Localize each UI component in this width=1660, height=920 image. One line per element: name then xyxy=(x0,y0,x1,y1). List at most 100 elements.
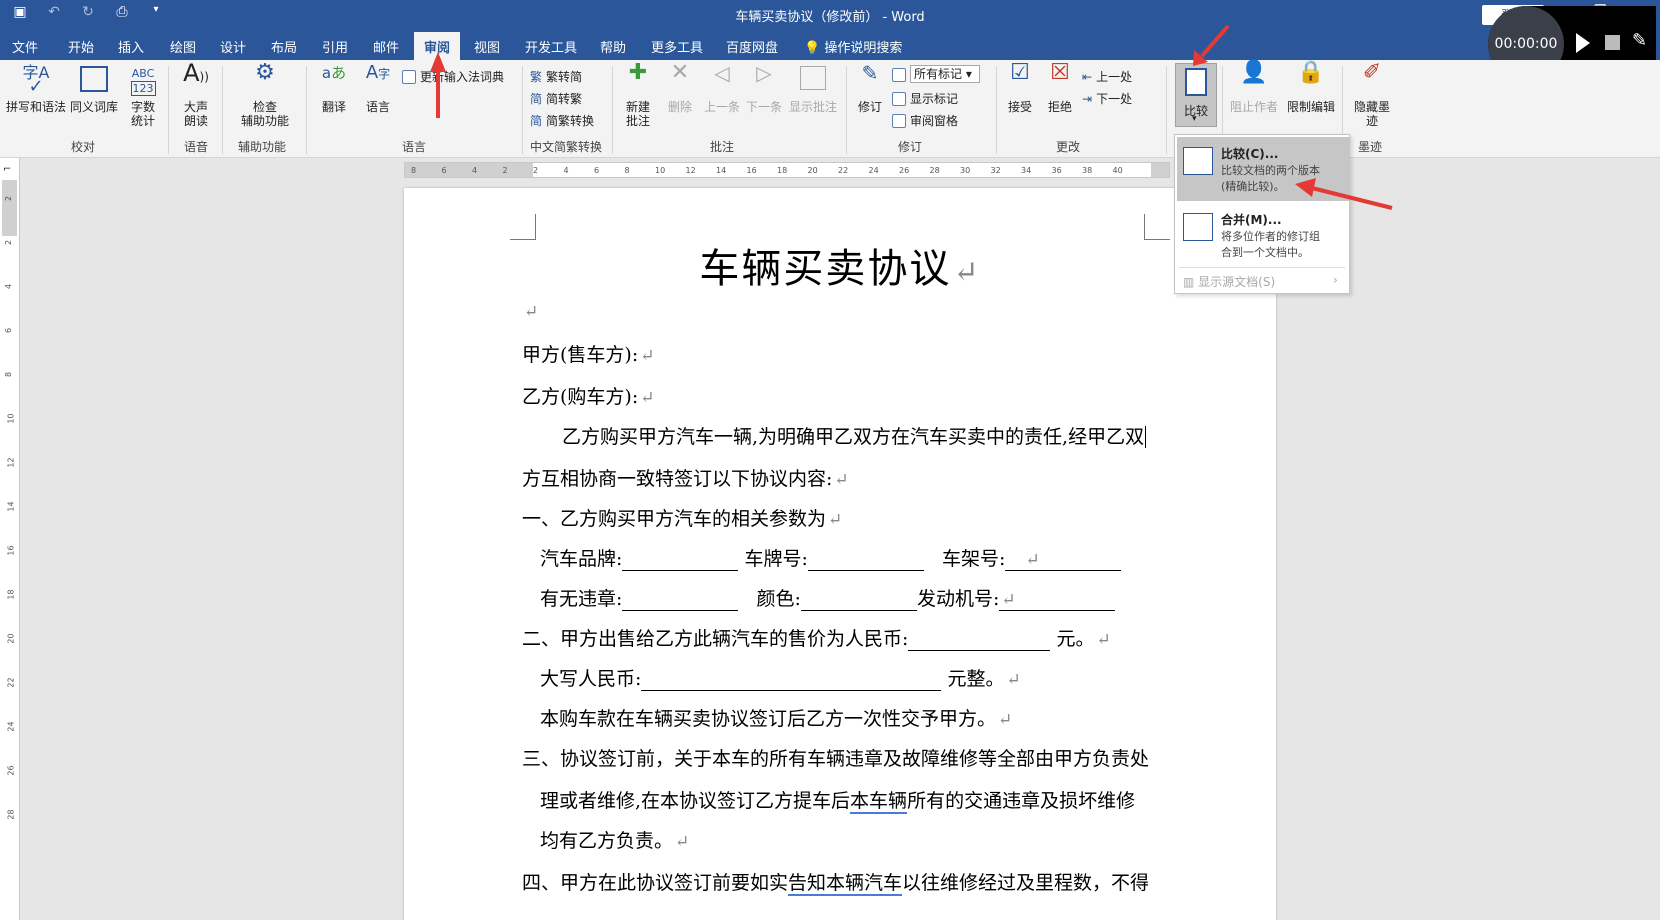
tab-more-tools[interactable]: 更多工具 xyxy=(651,37,703,56)
document-page[interactable]: 车辆买卖协议↵ ↵ 甲方(售车方): ↵ 乙方(购车方): ↵ 乙方购买甲方汽车一辆… xyxy=(404,188,1276,920)
markup-dropdown[interactable]: 所有标记 ▾ xyxy=(910,65,980,83)
read-aloud-button[interactable]: A)) 大声 朗读 xyxy=(178,61,214,128)
text-cursor xyxy=(1145,426,1147,448)
tab-home[interactable]: 开始 xyxy=(68,37,94,56)
previous-change-button[interactable]: ⇤ 上一处 xyxy=(1082,68,1132,85)
check-accessibility-button[interactable]: ⚙ 检查 辅助功能 xyxy=(232,62,298,129)
tab-layout[interactable]: 布局 xyxy=(271,37,297,56)
doc-paragraph[interactable]: 方互相协商一致特签订以下协议内容: ↵ xyxy=(522,464,849,491)
tab-baidu-netdisk[interactable]: 百度网盘 xyxy=(726,37,778,56)
tab-draw[interactable]: 绘图 xyxy=(170,37,196,56)
doc-paragraph[interactable]: 乙方(购车方): ↵ xyxy=(522,382,654,409)
doc-paragraph[interactable]: 大写人民币: 元整。 ↵ xyxy=(540,664,1021,691)
ruler-tick-label: 8 xyxy=(4,371,14,378)
next-change-button[interactable]: ⇥ 下一处 xyxy=(1082,90,1132,107)
compare-button[interactable]: 比较 ▾ xyxy=(1175,63,1217,127)
ruler-tick-label: 4 xyxy=(472,166,478,175)
reject-button[interactable]: ☒ 拒绝 xyxy=(1042,62,1078,115)
grammar-underline[interactable]: 本车辆 xyxy=(850,790,908,814)
menu-item-compare[interactable]: 比较(C)... 比较文档的两个版本 (精确比较)。 xyxy=(1177,137,1349,201)
compare-dropdown-menu: 比较(C)... 比较文档的两个版本 (精确比较)。 合并(M)... 将多位作… xyxy=(1174,134,1350,294)
markup-display-select[interactable] xyxy=(892,68,906,82)
vertical-ruler[interactable]: ⌐ 2 2 4 6 8 10 12 14 16 18 20 22 24 26 28 xyxy=(0,158,20,920)
reviewing-pane-button[interactable]: 审阅窗格 xyxy=(892,112,958,129)
doc-paragraph[interactable]: 三、协议签订前，关于本车的所有车辆违章及故障维修等全部由甲方负责处 xyxy=(522,744,1149,771)
title-bar: ▣ ↶ ↻ ⎙ ▾ 车辆买卖协议（修改前） - Word 登录 — ❐ xyxy=(0,0,1660,30)
track-changes-button[interactable]: ✎ 修订 xyxy=(852,61,888,114)
language-button[interactable]: A字 语言 xyxy=(358,64,398,115)
accept-icon: ☑ xyxy=(1010,60,1030,85)
hide-ink-button[interactable]: ✐ 隐藏墨 迹 xyxy=(1346,62,1398,129)
group-separator xyxy=(1166,66,1167,154)
restrict-editing-button[interactable]: 🔒 限制编辑 xyxy=(1282,62,1340,115)
tab-file[interactable]: 文件 xyxy=(12,37,38,56)
ruler-tick-label: 16 xyxy=(746,166,757,175)
pen-icon[interactable]: ✎ xyxy=(1632,30,1647,51)
convert-icon: 繁 xyxy=(530,70,543,84)
doc-paragraph[interactable]: 汽车品牌: 车牌号: 车架号: ↵ xyxy=(540,544,1122,571)
play-icon[interactable] xyxy=(1576,33,1590,53)
group-separator xyxy=(306,66,307,154)
word-count-button[interactable]: ABC 123 字数 统计 xyxy=(124,66,162,128)
group-separator xyxy=(168,66,169,154)
group-separator xyxy=(522,66,523,154)
doc-paragraph[interactable]: 有无违章: 颜色: 发动机号: ↵ xyxy=(540,584,1116,611)
previous-comment-button[interactable]: ◁ 上一条 xyxy=(702,63,742,114)
tab-insert[interactable]: 插入 xyxy=(118,37,144,56)
ruler-tick-label: 6 xyxy=(441,166,447,175)
doc-paragraph[interactable]: 甲方(售车方): ↵ xyxy=(522,340,654,367)
ruler-margin xyxy=(405,163,533,177)
empty-paragraph[interactable]: ↵ xyxy=(522,300,538,322)
tab-review[interactable]: 审阅 xyxy=(414,32,461,60)
show-markup-button[interactable]: 显示标记 xyxy=(892,90,958,107)
ruler-tick-label: 12 xyxy=(6,457,16,468)
doc-paragraph[interactable]: 理或者维修,在本协议签订乙方提车后本车辆所有的交通违章及损坏维修 xyxy=(540,786,1135,814)
convert-button[interactable]: 简 简繁转换 xyxy=(530,112,594,129)
tab-mailings[interactable]: 邮件 xyxy=(373,37,399,56)
ruler-tick-label: 24 xyxy=(868,166,879,175)
doc-paragraph[interactable]: 四、甲方在此协议签订前要如实告知本辆汽车以往维修经过及里程数，不得 xyxy=(522,868,1149,896)
group-separator xyxy=(612,66,613,154)
menu-item-show-source[interactable]: ▥ 显示源文档(S) › xyxy=(1183,273,1338,290)
tell-me-search[interactable]: 💡 操作说明搜索 xyxy=(804,37,902,56)
simp-to-trad-button[interactable]: 简 简转繁 xyxy=(530,90,582,107)
tab-help[interactable]: 帮助 xyxy=(600,37,626,56)
tab-developer[interactable]: 开发工具 xyxy=(525,37,577,56)
ruler-tick-label: 2 xyxy=(4,195,14,202)
translate-button[interactable]: aあ 翻译 xyxy=(314,66,354,115)
delete-comment-button[interactable]: ✕ 删除 xyxy=(662,62,698,115)
word-count-icon: ABC 123 xyxy=(130,67,156,96)
grammar-underline[interactable]: 告知本辆汽车 xyxy=(788,872,903,896)
track-changes-icon: ✎ xyxy=(861,61,879,85)
accept-button[interactable]: ☑ 接受 xyxy=(1002,60,1038,115)
horizontal-ruler[interactable]: 8 6 4 2 2 4 6 8 10 12 14 16 18 20 22 24 26 28 30 32 34 36 38 40 xyxy=(404,162,1170,178)
combine-documents-icon xyxy=(1183,213,1213,241)
tab-selector[interactable]: ⌐ xyxy=(3,164,11,175)
spell-check-icon: 字A ✓ xyxy=(22,63,50,97)
ruler-tick-label: 16 xyxy=(6,545,16,556)
blank-field xyxy=(800,588,917,611)
menu-item-combine[interactable]: 合并(M)... 将多位作者的修订组 合到一个文档中。 xyxy=(1177,203,1349,267)
show-markup-icon xyxy=(892,91,906,106)
tab-references[interactable]: 引用 xyxy=(322,37,348,56)
new-comment-button[interactable]: ✚ 新建 批注 xyxy=(618,62,658,129)
next-comment-button[interactable]: ▷ 下一条 xyxy=(744,63,784,114)
doc-paragraph[interactable]: 二、甲方出售给乙方此辆汽车的售价为人民币: 元。 ↵ xyxy=(522,624,1111,651)
update-ime-dictionary-button[interactable]: 更新输入法词典 xyxy=(402,68,504,85)
doc-paragraph[interactable]: 均有乙方负责。 ↵ xyxy=(540,826,689,853)
thesaurus-button[interactable]: 同义词库 xyxy=(68,66,120,114)
tab-design[interactable]: 设计 xyxy=(220,37,246,56)
block-authors-button[interactable]: 👤 阻止作者 xyxy=(1228,62,1280,115)
doc-paragraph[interactable]: 一、乙方购买甲方汽车的相关参数为 ↵ xyxy=(522,504,842,531)
stop-icon[interactable] xyxy=(1605,35,1620,50)
doc-paragraph[interactable]: 乙方购买甲方汽车一辆,为明确甲乙双方在汽车买卖中的责任,经甲乙双 xyxy=(562,422,1147,449)
ruler-tick-label: 24 xyxy=(6,721,16,732)
ruler-tick-label: 10 xyxy=(655,166,666,175)
trad-to-simp-button[interactable]: 繁 繁转简 xyxy=(530,68,582,85)
document-title[interactable]: 车辆买卖协议↵ xyxy=(404,236,1276,294)
markup-icon xyxy=(892,68,906,82)
show-comments-button[interactable]: 显示批注 xyxy=(786,66,840,114)
spelling-grammar-button[interactable]: 字A ✓ 拼写和语法 xyxy=(6,63,66,115)
tab-view[interactable]: 视图 xyxy=(474,37,500,56)
doc-paragraph[interactable]: 本购车款在车辆买卖协议签订后乙方一次性交予甲方。 ↵ xyxy=(540,704,1012,731)
